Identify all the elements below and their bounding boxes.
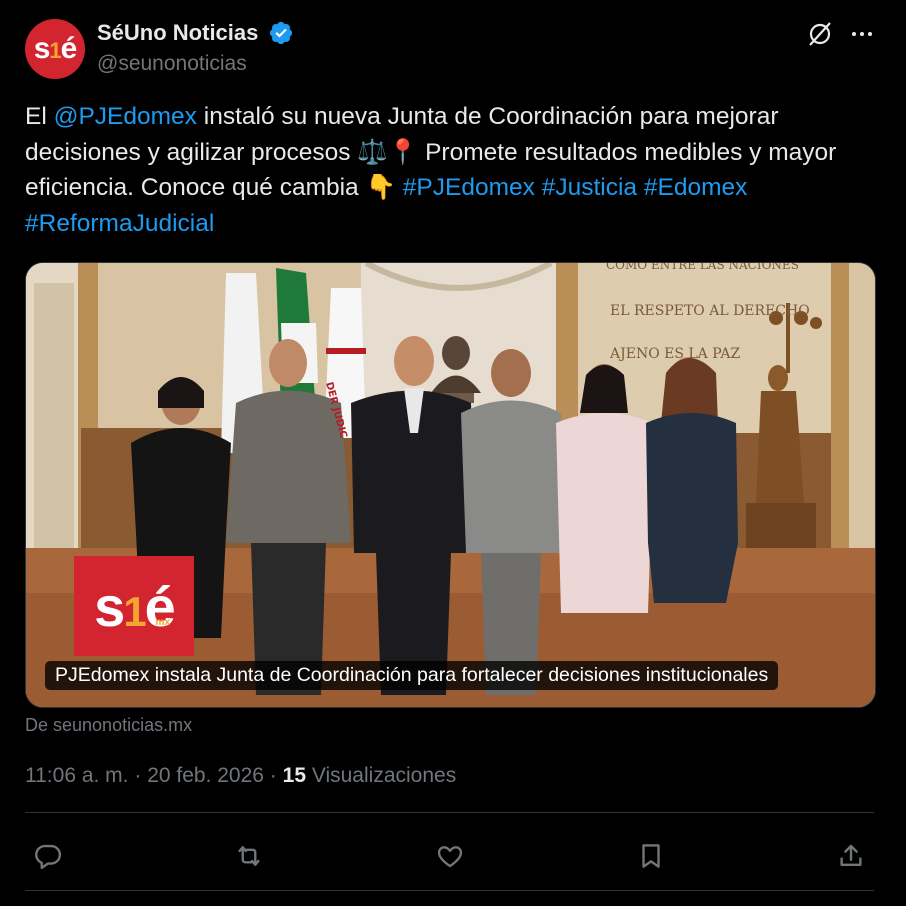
tweet-text-segment: El bbox=[25, 103, 54, 130]
grok-icon[interactable] bbox=[806, 20, 834, 48]
tweet-text-segment bbox=[747, 174, 754, 201]
views-count: 15 bbox=[282, 764, 306, 787]
mention-link[interactable]: @PJEdomex bbox=[54, 103, 197, 130]
repost-icon[interactable] bbox=[234, 841, 264, 871]
tweet-text: El @PJEdomex instaló su nueva Junta de C… bbox=[25, 99, 885, 241]
tweet-date[interactable]: 20 feb. 2026 bbox=[147, 764, 264, 787]
link-source[interactable]: De seunonoticias.mx bbox=[25, 715, 192, 736]
share-icon[interactable] bbox=[836, 841, 866, 871]
hashtag-link[interactable]: #Edomex bbox=[644, 174, 748, 201]
media-card[interactable]: COMO ENTRE LAS NACIONES EL RESPETO AL DE… bbox=[25, 262, 876, 708]
logo-mx: mx bbox=[155, 617, 170, 628]
author-handle[interactable]: @seunonoticias bbox=[97, 52, 247, 76]
seuno-logo: s1é mx bbox=[74, 556, 194, 656]
media-caption: PJEdomex instala Junta de Coordinación p… bbox=[45, 661, 779, 690]
more-options-icon[interactable] bbox=[850, 20, 874, 48]
divider bbox=[25, 812, 874, 813]
hashtag-link[interactable]: #ReformaJudicial bbox=[25, 210, 214, 237]
tweet-text-segment bbox=[637, 174, 644, 201]
heart-icon[interactable] bbox=[435, 841, 465, 871]
hashtag-link[interactable]: #PJEdomex bbox=[403, 174, 535, 201]
reply-icon[interactable] bbox=[33, 841, 63, 871]
wall-inscription-3: AJENO ES LA PAZ bbox=[609, 346, 740, 362]
tweet-meta: 11:06 a. m. · 20 feb. 2026 · 15 Visualiz… bbox=[25, 764, 457, 787]
author-display-name[interactable]: SéUno Noticias bbox=[97, 20, 258, 46]
tweet-text-segment bbox=[535, 174, 542, 201]
hashtag-link[interactable]: #Justicia bbox=[542, 174, 637, 201]
avatar-logo: s1é bbox=[33, 32, 78, 65]
logo-text: s1é bbox=[94, 574, 176, 638]
verified-badge-icon bbox=[269, 21, 293, 45]
wall-inscription-1: COMO ENTRE LAS NACIONES bbox=[606, 263, 799, 272]
bookmark-icon[interactable] bbox=[636, 841, 666, 871]
views-label: Visualizaciones bbox=[306, 764, 457, 787]
tweet-time[interactable]: 11:06 a. m. bbox=[25, 764, 129, 787]
avatar[interactable]: s1é bbox=[25, 19, 85, 79]
divider bbox=[25, 890, 874, 891]
wall-inscription-2: EL RESPETO AL DERECHO bbox=[610, 303, 810, 319]
